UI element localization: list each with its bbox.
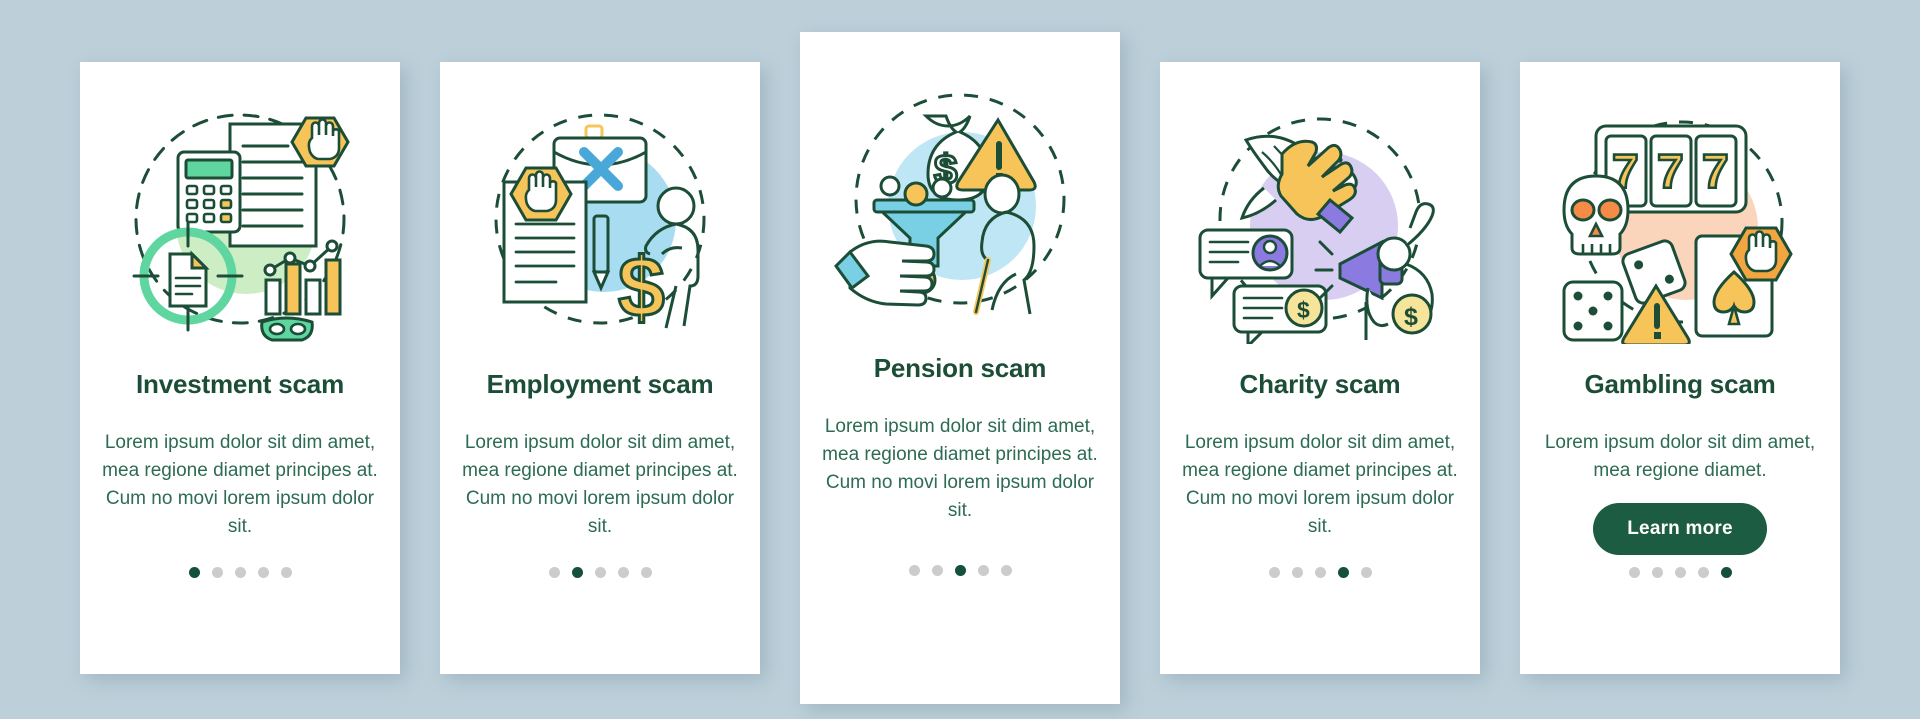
pagination-dots — [1160, 567, 1480, 578]
pagination-dot[interactable] — [640, 567, 652, 578]
learn-more-button[interactable]: Learn more — [1593, 502, 1767, 555]
pagination-dot[interactable] — [908, 565, 920, 576]
page-description: Lorem ipsum dolor sit dim amet, mea regi… — [462, 431, 738, 537]
svg-text:$: $ — [1297, 297, 1310, 323]
pagination-dot[interactable] — [594, 567, 606, 578]
onboarding-screens-row: Investment scam Lorem ipsum dolor sit di… — [0, 0, 1920, 719]
pagination-dot[interactable] — [571, 567, 583, 578]
employment-scam-illustration: $ — [470, 94, 730, 344]
onboarding-screen-charity-scam: $ $ Charity scam Lorem ipsum dolor sit d… — [1160, 62, 1480, 674]
pagination-dot[interactable] — [931, 565, 943, 576]
gambling-scam-illustration: 7 7 7 — [1550, 94, 1810, 344]
onboarding-screen-employment-scam: $ Employment scam Lorem ipsum dolor sit … — [440, 62, 760, 674]
pagination-dot[interactable] — [1314, 567, 1326, 578]
pagination-dot[interactable] — [1337, 567, 1349, 578]
page-title: Charity scam — [1239, 369, 1401, 399]
pension-scam-illustration: $ — [830, 74, 1090, 324]
pagination-dot[interactable] — [954, 565, 966, 576]
stop-hand-icon — [1729, 226, 1793, 282]
pagination-dots — [1520, 567, 1840, 578]
page-title: Pension scam — [873, 353, 1047, 383]
charity-scam-illustration: $ $ — [1190, 94, 1450, 344]
pagination-dot[interactable] — [280, 567, 292, 578]
page-title: Investment scam — [136, 369, 344, 399]
onboarding-screen-pension-scam: $ Pension scam Lorem ipsum dolor sit dim… — [800, 32, 1120, 704]
pagination-dot[interactable] — [1291, 567, 1303, 578]
pagination-dots — [800, 565, 1120, 576]
svg-text:$: $ — [1404, 303, 1418, 331]
svg-text:7: 7 — [1657, 146, 1684, 199]
svg-text:$: $ — [618, 240, 665, 334]
investment-scam-illustration — [110, 94, 370, 344]
pagination-dot[interactable] — [1674, 567, 1686, 578]
stop-hand-icon — [509, 166, 573, 222]
pagination-dot[interactable] — [548, 567, 560, 578]
pagination-dot[interactable] — [1697, 567, 1709, 578]
pagination-dots — [80, 567, 400, 578]
page-title: Employment scam — [486, 369, 714, 399]
pagination-dot[interactable] — [1360, 567, 1372, 578]
onboarding-screen-gambling-scam: 7 7 7 Gambling scam Lorem ipsum dolor si… — [1520, 62, 1840, 674]
pagination-dot[interactable] — [977, 565, 989, 576]
pagination-dot[interactable] — [1651, 567, 1663, 578]
pagination-dot[interactable] — [1268, 567, 1280, 578]
pagination-dots — [440, 567, 760, 578]
page-description: Lorem ipsum dolor sit dim amet, mea regi… — [1544, 431, 1816, 481]
pagination-dot[interactable] — [211, 567, 223, 578]
pagination-dot[interactable] — [188, 567, 200, 578]
pagination-dot[interactable] — [257, 567, 269, 578]
pagination-dot[interactable] — [1000, 565, 1012, 576]
stop-hand-icon — [290, 116, 350, 168]
pagination-dot[interactable] — [1628, 567, 1640, 578]
page-description: Lorem ipsum dolor sit dim amet, mea regi… — [1182, 431, 1458, 537]
cta-container: Learn more — [1520, 502, 1840, 555]
svg-text:7: 7 — [1702, 146, 1729, 199]
pagination-dot[interactable] — [617, 567, 629, 578]
onboarding-screen-investment-scam: Investment scam Lorem ipsum dolor sit di… — [80, 62, 400, 674]
page-title: Gambling scam — [1584, 369, 1776, 399]
page-description: Lorem ipsum dolor sit dim amet, mea regi… — [822, 415, 1098, 521]
pagination-dot[interactable] — [234, 567, 246, 578]
pagination-dot[interactable] — [1720, 567, 1732, 578]
page-description: Lorem ipsum dolor sit dim amet, mea regi… — [102, 431, 378, 537]
